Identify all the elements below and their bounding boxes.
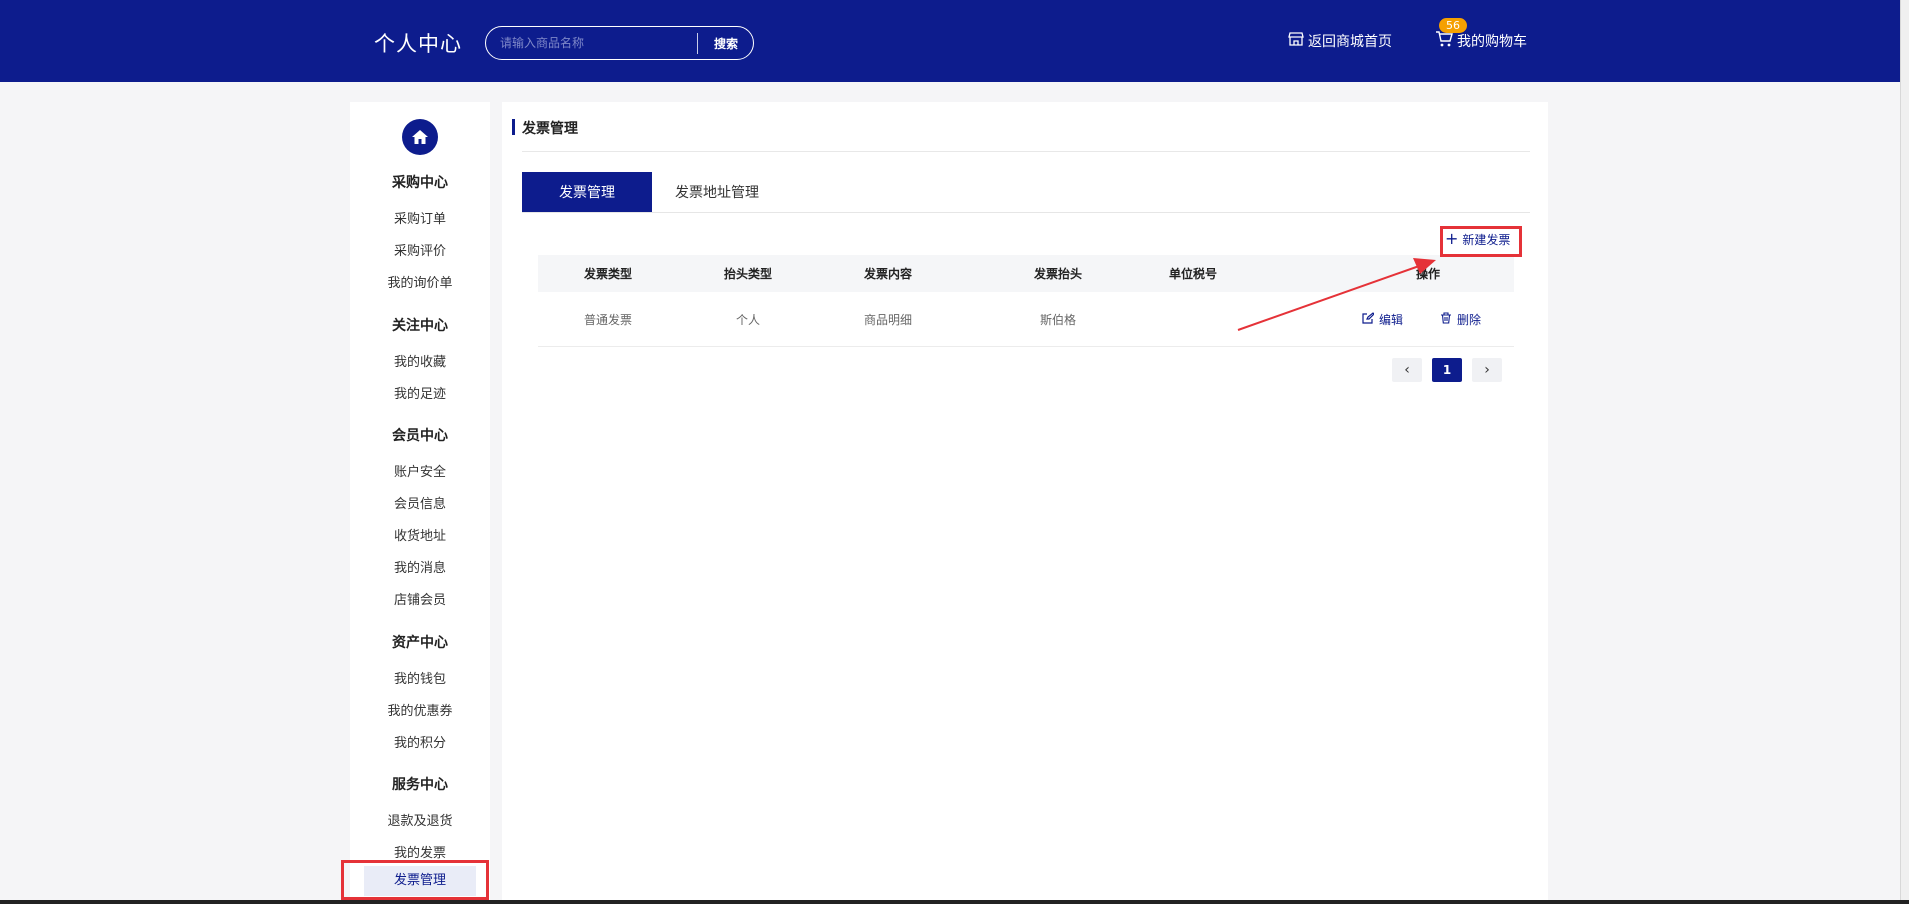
trash-icon <box>1440 311 1452 327</box>
title-divider <box>522 151 1530 152</box>
my-cart-label: 我的购物车 <box>1457 34 1527 50</box>
sidebar-item-store-membership[interactable]: 店铺会员 <box>350 589 490 608</box>
edit-button[interactable]: 编辑 <box>1362 292 1403 346</box>
sidebar-item-account-security[interactable]: 账户安全 <box>350 461 490 480</box>
store-icon <box>1288 31 1304 51</box>
delete-label: 删除 <box>1457 312 1482 327</box>
cart-count-badge: 56 <box>1439 18 1467 33</box>
sidebar-item-purchase-orders[interactable]: 采购订单 <box>350 208 490 227</box>
table-header: 发票类型 抬头类型 发票内容 发票抬头 单位税号 操作 <box>538 255 1514 292</box>
new-invoice-button[interactable]: + 新建发票 <box>1445 228 1510 250</box>
cell-invoice-content: 商品明细 <box>863 312 912 327</box>
col-invoice-type: 发票类型 <box>583 267 632 281</box>
sidebar-item-favorites[interactable]: 我的收藏 <box>350 351 490 370</box>
pagination-next-button[interactable]: › <box>1472 358 1502 382</box>
cell-invoice-type: 普通发票 <box>583 312 632 327</box>
cart-icon <box>1435 30 1453 52</box>
col-invoice-title: 发票抬头 <box>1033 267 1082 281</box>
my-cart-link[interactable]: 我的购物车 <box>1435 30 1527 52</box>
back-to-mall-label: 返回商城首页 <box>1308 34 1392 50</box>
cell-title-type: 个人 <box>735 312 760 327</box>
sidebar-item-points[interactable]: 我的积分 <box>350 732 490 751</box>
col-actions: 操作 <box>1415 267 1440 281</box>
bottom-edge <box>0 900 1909 904</box>
sidebar-item-wallet[interactable]: 我的钱包 <box>350 668 490 687</box>
tab-divider <box>522 212 1530 213</box>
sidebar-item-shipping-address[interactable]: 收货地址 <box>350 525 490 544</box>
sidebar-item-footprints[interactable]: 我的足迹 <box>350 383 490 402</box>
title-accent-bar <box>512 119 515 135</box>
sidebar-section-service: 服务中心 <box>392 777 448 793</box>
sidebar-item-member-info[interactable]: 会员信息 <box>350 493 490 512</box>
sidebar-item-my-inquiries[interactable]: 我的询价单 <box>350 272 490 291</box>
sidebar-section-follow: 关注中心 <box>392 318 448 334</box>
pagination-page-1[interactable]: 1 <box>1432 358 1462 382</box>
plus-icon: + <box>1445 229 1459 248</box>
top-header: 个人中心 搜索 返回商城首页 我的购物车 56 <box>0 0 1900 82</box>
search-button[interactable]: 搜索 <box>698 27 754 59</box>
new-invoice-label: 新建发票 <box>1462 232 1511 247</box>
delete-button[interactable]: 删除 <box>1440 292 1481 346</box>
sidebar: 采购中心 采购订单 采购评价 我的询价单 关注中心 我的收藏 我的足迹 会员中心… <box>350 102 490 904</box>
edit-label: 编辑 <box>1379 312 1404 327</box>
sidebar-item-my-invoices[interactable]: 我的发票 <box>350 842 490 861</box>
home-icon[interactable] <box>402 119 438 155</box>
tab-invoice-management[interactable]: 发票管理 <box>522 172 652 212</box>
sidebar-item-invoice-management[interactable]: 发票管理 <box>364 866 476 896</box>
sidebar-item-coupons[interactable]: 我的优惠券 <box>350 700 490 719</box>
search-input[interactable] <box>500 33 680 53</box>
cell-invoice-title: 斯伯格 <box>1039 312 1076 327</box>
page-scrollbar[interactable] <box>1900 0 1909 904</box>
header-title: 个人中心 <box>374 32 462 56</box>
tab-invoice-address[interactable]: 发票地址管理 <box>652 172 782 212</box>
sidebar-item-messages[interactable]: 我的消息 <box>350 557 490 576</box>
cell-tax-number <box>1143 292 1243 346</box>
back-to-mall-link[interactable]: 返回商城首页 <box>1288 30 1392 52</box>
col-tax-number: 单位税号 <box>1168 267 1217 281</box>
table-row: 普通发票 个人 商品明细 斯伯格 编辑 删除 <box>538 292 1514 347</box>
sidebar-item-purchase-reviews[interactable]: 采购评价 <box>350 240 490 259</box>
col-invoice-content: 发票内容 <box>863 267 912 281</box>
col-title-type: 抬头类型 <box>723 267 772 281</box>
main-panel: 发票管理 发票管理 发票地址管理 + 新建发票 发票类型 抬头类型 发票内容 发… <box>502 102 1548 904</box>
pagination-prev-button[interactable]: ‹ <box>1392 358 1422 382</box>
page-title: 发票管理 <box>522 121 578 137</box>
sidebar-item-refunds[interactable]: 退款及退货 <box>350 810 490 829</box>
sidebar-section-assets: 资产中心 <box>392 635 448 651</box>
sidebar-section-member: 会员中心 <box>392 428 448 444</box>
edit-icon <box>1362 311 1375 327</box>
sidebar-section-purchase: 采购中心 <box>392 175 448 191</box>
search-box: 搜索 <box>485 26 754 60</box>
